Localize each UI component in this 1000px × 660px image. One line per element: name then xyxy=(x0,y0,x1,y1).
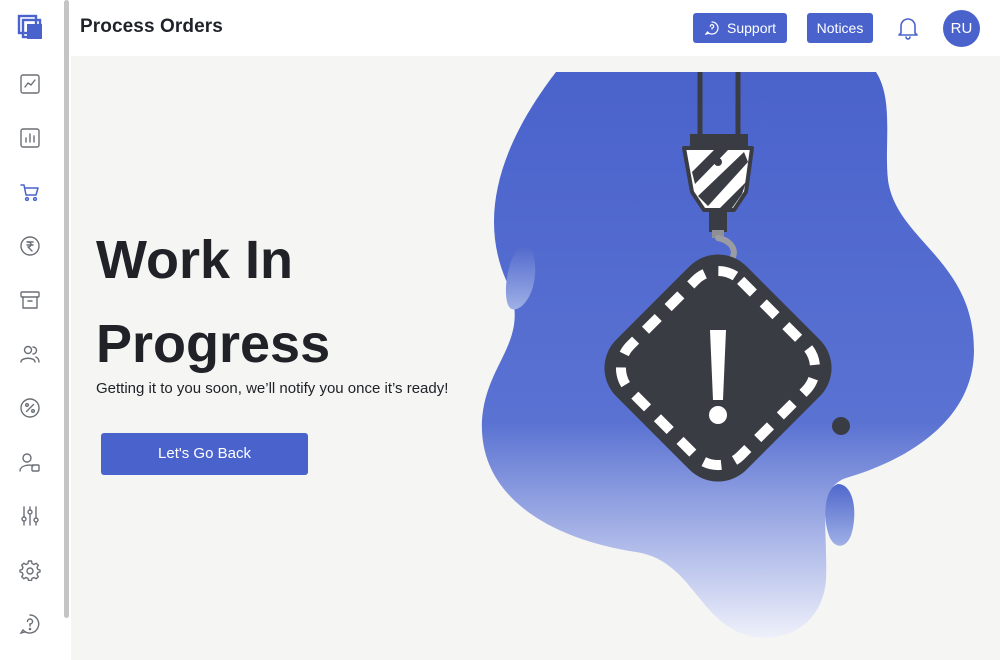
user-card-icon[interactable] xyxy=(19,451,41,473)
sliders-icon[interactable] xyxy=(19,505,41,527)
sidebar xyxy=(0,0,62,660)
small-blob-right xyxy=(825,484,855,546)
hero-title-line2: Progress xyxy=(96,314,331,374)
avatar[interactable]: RU xyxy=(943,10,980,47)
hero-subtitle: Getting it to you soon, we’ll notify you… xyxy=(96,380,449,397)
support-button[interactable]: Support xyxy=(693,13,787,43)
percent-icon[interactable] xyxy=(19,397,41,419)
gear-icon[interactable] xyxy=(19,559,41,581)
go-back-button[interactable]: Let's Go Back xyxy=(101,433,308,475)
hero-title-line1: Work In xyxy=(96,230,294,290)
notices-button[interactable]: Notices xyxy=(807,13,873,43)
sidebar-scrollbar-thumb[interactable] xyxy=(64,0,69,618)
support-chat-icon xyxy=(705,21,719,35)
top-header: Process Orders Support Notices RU xyxy=(71,0,1000,56)
cart-icon[interactable] xyxy=(19,181,41,203)
hero-title: Work In Progress xyxy=(96,218,330,386)
support-label: Support xyxy=(727,20,777,36)
work-in-progress-illustration xyxy=(481,72,974,638)
archive-box-icon[interactable] xyxy=(19,289,41,311)
bar-chart-icon[interactable] xyxy=(19,127,41,149)
logo-icon[interactable] xyxy=(17,14,45,42)
help-icon[interactable] xyxy=(19,613,41,635)
users-icon[interactable] xyxy=(19,343,41,365)
rupee-icon[interactable] xyxy=(19,235,41,257)
page-title: Process Orders xyxy=(80,16,223,37)
bell-icon[interactable] xyxy=(897,16,919,40)
trend-chart-icon[interactable] xyxy=(19,73,41,95)
